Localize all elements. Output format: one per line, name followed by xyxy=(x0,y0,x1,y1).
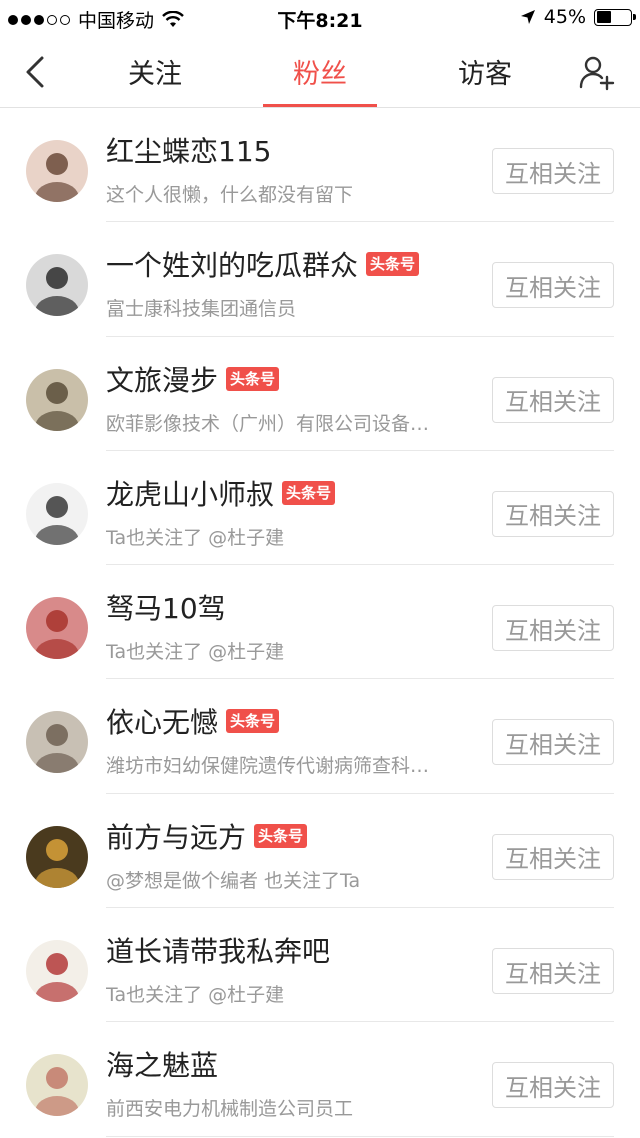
fan-row[interactable]: 驽马10驾 Ta也关注了 @杜子建 互相关注 xyxy=(0,565,640,680)
fan-description: Ta也关注了 @杜子建 xyxy=(106,641,285,664)
fan-row[interactable]: 前方与远方 头条号 @梦想是做个编者 也关注了Ta 互相关注 xyxy=(0,794,640,909)
back-button[interactable] xyxy=(20,52,56,92)
add-friend-button[interactable] xyxy=(578,54,616,92)
fan-description: Ta也关注了 @杜子建 xyxy=(106,984,285,1007)
fan-row[interactable]: 红尘蝶恋115 这个人很懒，什么都没有留下 互相关注 xyxy=(0,108,640,223)
fan-name-line: 海之魅蓝 xyxy=(106,1044,218,1084)
fan-name[interactable]: 红尘蝶恋115 xyxy=(106,130,271,170)
mutual-follow-button[interactable]: 互相关注 xyxy=(492,262,614,309)
fan-name-line: 前方与远方 头条号 xyxy=(106,816,308,856)
fan-name-line: 一个姓刘的吃瓜群众 头条号 xyxy=(106,244,420,284)
fan-row[interactable]: 道长请带我私奔吧 Ta也关注了 @杜子建 互相关注 xyxy=(0,908,640,1023)
fan-description: 这个人很懒，什么都没有留下 xyxy=(106,184,354,206)
fan-row[interactable]: 海之魅蓝前西安电力机械制造公司员工 互相关注 xyxy=(0,1022,640,1137)
fan-row[interactable]: 龙虎山小师叔 头条号 Ta也关注了 @杜子建 互相关注 xyxy=(0,451,640,566)
avatar[interactable] xyxy=(26,1054,88,1117)
fan-name[interactable]: 一个姓刘的吃瓜群众 xyxy=(106,244,358,284)
battery-icon xyxy=(594,8,636,26)
fan-name[interactable]: 依心无憾 xyxy=(106,701,218,741)
fan-list: 红尘蝶恋115 这个人很懒，什么都没有留下 互相关注 一个姓刘的吃瓜群众 头条号 富士康科… xyxy=(0,108,640,1137)
fan-name[interactable]: 前方与远方 xyxy=(106,816,246,856)
toutiao-badge: 头条号 xyxy=(226,709,280,734)
fan-row[interactable]: 依心无憾 头条号潍坊市妇幼保健院遗传代谢病筛查科… 互相关注 xyxy=(0,679,640,794)
toutiao-badge: 头条号 xyxy=(226,366,280,391)
avatar[interactable] xyxy=(26,482,88,545)
mutual-follow-button[interactable]: 互相关注 xyxy=(492,605,614,652)
mutual-follow-button[interactable]: 互相关注 xyxy=(492,148,614,194)
fan-name[interactable]: 海之魅蓝 xyxy=(106,1044,218,1084)
tab-following[interactable]: 关注 xyxy=(95,52,215,91)
toutiao-badge: 头条号 xyxy=(254,823,308,848)
fan-row[interactable]: 文旅漫步 头条号欧菲影像技术（广州）有限公司设备… 互相关注 xyxy=(0,337,640,451)
chevron-left-icon xyxy=(26,56,44,88)
fan-name-line: 龙虎山小师叔 头条号 xyxy=(106,473,336,513)
fan-description: 前西安电力机械制造公司员工 xyxy=(106,1098,354,1121)
mutual-follow-button[interactable]: 互相关注 xyxy=(492,719,614,766)
fan-name-line: 红尘蝶恋115 xyxy=(106,130,271,170)
fan-description: 欧菲影像技术（广州）有限公司设备… xyxy=(106,412,430,435)
avatar[interactable] xyxy=(26,140,88,202)
mutual-follow-button[interactable]: 互相关注 xyxy=(492,833,614,880)
avatar[interactable] xyxy=(26,368,88,431)
avatar[interactable] xyxy=(26,825,88,888)
mutual-follow-button[interactable]: 互相关注 xyxy=(492,376,614,423)
fan-description: @梦想是做个编者 也关注了Ta xyxy=(106,869,361,892)
fan-name[interactable]: 道长请带我私奔吧 xyxy=(106,930,330,970)
toutiao-badge: 头条号 xyxy=(366,252,420,277)
fan-description: Ta也关注了 @杜子建 xyxy=(106,526,285,549)
avatar[interactable] xyxy=(26,940,88,1003)
fan-name[interactable]: 驽马10驾 xyxy=(106,587,226,627)
fan-row[interactable]: 一个姓刘的吃瓜群众 头条号富士康科技集团通信员 互相关注 xyxy=(0,222,640,337)
fan-name[interactable]: 文旅漫步 xyxy=(106,359,218,399)
tab-fans[interactable]: 粉丝 xyxy=(260,52,380,91)
fan-name-line: 驽马10驾 xyxy=(106,587,226,627)
battery-level-fill xyxy=(596,11,612,23)
status-right: 45% xyxy=(520,6,636,28)
fan-name[interactable]: 龙虎山小师叔 xyxy=(106,473,274,513)
tab-visitors[interactable]: 访客 xyxy=(425,52,545,91)
active-tab-indicator xyxy=(263,104,377,107)
fan-name-line: 文旅漫步 头条号 xyxy=(106,359,280,399)
fan-description: 潍坊市妇幼保健院遗传代谢病筛查科… xyxy=(106,755,430,778)
avatar[interactable] xyxy=(26,597,88,660)
mutual-follow-button[interactable]: 互相关注 xyxy=(492,948,614,995)
row-divider xyxy=(106,1135,614,1137)
avatar[interactable] xyxy=(26,254,88,317)
fan-description: 富士康科技集团通信员 xyxy=(106,298,297,321)
fan-name-line: 道长请带我私奔吧 xyxy=(106,930,330,970)
mutual-follow-button[interactable]: 互相关注 xyxy=(492,1062,614,1109)
avatar[interactable] xyxy=(26,711,88,774)
mutual-follow-button[interactable]: 互相关注 xyxy=(492,490,614,537)
nav-bar: 关注 粉丝 访客 xyxy=(0,36,640,108)
location-arrow-icon xyxy=(520,10,535,24)
add-user-icon xyxy=(579,56,615,91)
toutiao-badge: 头条号 xyxy=(282,480,336,505)
status-bar: 中国移动 下午8:21 45% xyxy=(0,0,640,36)
battery-percent: 45% xyxy=(543,6,586,28)
fan-name-line: 依心无憾 头条号 xyxy=(106,701,280,741)
